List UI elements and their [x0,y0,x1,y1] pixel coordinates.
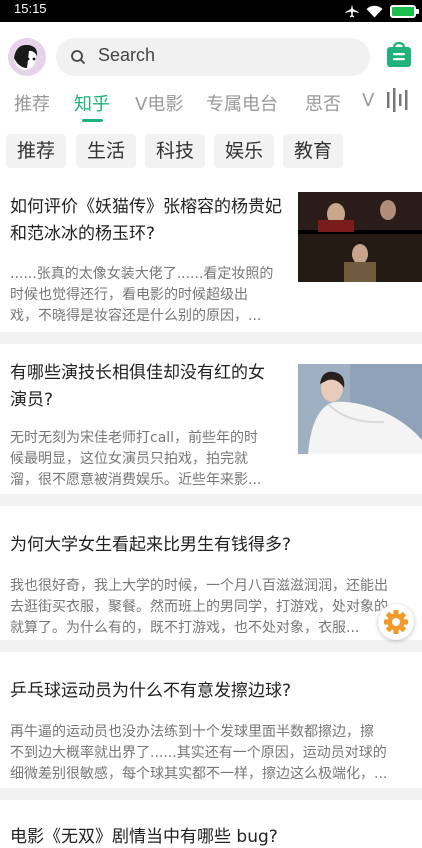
card-excerpt-line: 就算了。为什么有的，既不打游戏，也不处对象，衣服... [10,620,360,636]
status-icons [345,2,419,20]
card-title: 电影《无双》剧情当中有哪些 bug? [10,824,278,848]
chip-entertainment[interactable]: 娱乐 [214,134,274,168]
card-excerpt-line: 去逛街买衣服，聚餐。然而班上的男同学，打游戏，处对象的 [10,599,388,615]
airplane-icon [345,4,359,18]
feed-card[interactable]: 为何大学女生看起来比男生有钱得多? 我也很好奇，我上大学的时候，一个月八百滋滋润… [0,506,422,640]
tab-recommend[interactable]: 推荐 [14,90,50,116]
wifi-icon [366,5,383,17]
battery-icon [390,4,419,18]
tab-vmovie[interactable]: V电影 [135,90,183,116]
card-title: 有哪些演技长相俱佳却没有红的女 演员? [10,360,265,414]
feed-card[interactable]: 电影《无双》剧情当中有哪些 bug? [0,800,422,848]
status-bar: 15:15 [0,0,422,22]
search-icon [71,50,85,64]
card-title-line: 乒乓球运动员为什么不有意发擦边球? [10,681,292,701]
active-tab-indicator [82,119,103,122]
feed-card[interactable]: 有哪些演技长相俱佳却没有红的女 演员? 无时无刻为宋佳老师打call，前些年的时… [0,344,422,494]
shopping-bag-icon[interactable] [386,42,412,68]
portrait-image [298,364,422,454]
card-excerpt: 无时无刻为宋佳老师打call，前些年的时 候最明显，这位女演员只拍戏，拍完就 溜… [10,428,261,491]
avatar-icon [8,38,46,76]
avatar[interactable] [8,38,46,76]
tab-v[interactable]: V [362,90,374,111]
floating-settings-button[interactable] [378,604,414,640]
search-bar[interactable]: Search [56,38,370,76]
card-excerpt-line: 不到边大概率就出界了......其实还有一个原因，运动员对球的 [10,745,387,761]
chip-recommend[interactable]: 推荐 [6,134,66,168]
tab-zhihu[interactable]: 知乎 [74,90,110,116]
card-excerpt-line: 戏，不晓得是妆容还是什么别的原因，... [10,308,262,324]
category-chips: 推荐 生活 科技 娱乐 教育 [0,132,422,170]
card-title-line: 演员? [10,390,54,410]
card-excerpt-line: 细微差别很敏感，每个球其实都不一样，擦边这么极端化，... [10,766,388,782]
card-title: 如何评价《妖猫传》张榕容的杨贵妃 和范冰冰的杨玉环? [10,194,282,248]
channel-menu-icon[interactable] [384,87,414,113]
card-thumbnail [298,192,422,282]
chip-life[interactable]: 生活 [76,134,136,168]
card-excerpt-line: 再牛逼的运动员也没办法练到十个发球里面半数都擦边，擦 [10,724,374,740]
card-title-line: 为何大学女生看起来比男生有钱得多? [10,535,292,555]
film-still-image [298,192,422,282]
card-excerpt-line: 时候也觉得还行，看电影的时候超级出 [10,287,248,303]
chip-tech[interactable]: 科技 [145,134,205,168]
card-title-line: 和范冰冰的杨玉环? [10,224,156,244]
card-title: 为何大学女生看起来比男生有钱得多? [10,532,291,559]
card-excerpt-line: ......张真的太像女装大佬了......看定妆照的 [10,266,274,282]
feed-card[interactable]: 如何评价《妖猫传》张榕容的杨贵妃 和范冰冰的杨玉环? ......张真的太像女装… [0,180,422,332]
card-excerpt-line: 候最明显，这位女演员只拍戏，拍完就 [10,451,248,467]
card-excerpt: 再牛逼的运动员也没办法练到十个发球里面半数都擦边，擦 不到边大概率就出界了...… [10,722,387,785]
card-excerpt: ......张真的太像女装大佬了......看定妆照的 时候也觉得还行，看电影的… [10,264,273,327]
channel-tabs: 推荐 知乎 V电影 专属电台 思否 V [0,86,422,126]
card-excerpt-line: 无时无刻为宋佳老师打call，前些年的时 [10,430,259,446]
search-input[interactable]: Search [98,45,155,66]
card-thumbnail [298,364,422,454]
gear-icon [384,610,408,634]
card-title-line: 如何评价《妖猫传》张榕容的杨贵妃 [10,197,282,217]
status-time: 15:15 [14,1,47,16]
card-excerpt-line: 我也很好奇，我上大学的时候，一个月八百滋滋润润，还能出 [10,578,388,594]
tab-radio[interactable]: 专属电台 [206,90,278,116]
header: Search 推荐 知乎 V电影 专属电台 思否 V 推荐 生活 科技 娱乐 教… [0,22,422,192]
chip-education[interactable]: 教育 [283,134,343,168]
tab-sifou[interactable]: 思否 [305,90,341,116]
card-excerpt-line: 溜，很不愿意被消费娱乐。近些年来影... [10,472,262,488]
card-title-line: 有哪些演技长相俱佳却没有红的女 [10,363,265,383]
card-excerpt: 我也很好奇，我上大学的时候，一个月八百滋滋润润，还能出 去逛街买衣服，聚餐。然而… [10,576,388,639]
feed-card[interactable]: 乒乓球运动员为什么不有意发擦边球? 再牛逼的运动员也没办法练到十个发球里面半数都… [0,652,422,788]
card-title-line: 电影《无双》剧情当中有哪些 bug? [10,827,278,847]
card-title: 乒乓球运动员为什么不有意发擦边球? [10,678,291,705]
